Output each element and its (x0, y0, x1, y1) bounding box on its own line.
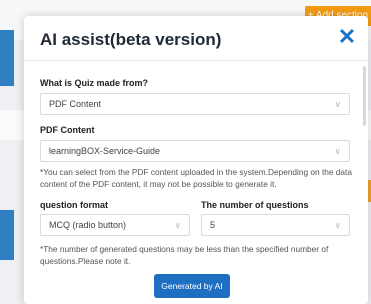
count-label: The number of questions (201, 200, 309, 210)
pdf-note: *You can select from the PDF content upl… (40, 167, 352, 189)
generate-button[interactable]: Generated by AI (154, 274, 230, 298)
scrollbar[interactable] (363, 66, 366, 126)
chevron-down-icon: ∨ (334, 146, 341, 156)
source-select-value: PDF Content (49, 99, 102, 109)
source-label: What is Quiz made from? (40, 78, 149, 88)
chevron-down-icon: ∨ (174, 220, 181, 230)
bg-accent-block (0, 30, 14, 86)
bg-accent-block (0, 210, 14, 260)
source-select[interactable]: PDF Content ∨ (40, 93, 350, 115)
pdf-label: PDF Content (40, 125, 95, 135)
format-select[interactable]: MCQ (radio button) ∨ (40, 214, 190, 236)
ai-assist-modal: AI assist(beta version) ✕ What is Quiz m… (24, 16, 368, 304)
close-icon[interactable]: ✕ (336, 26, 358, 48)
format-select-value: MCQ (radio button) (49, 220, 127, 230)
pdf-select[interactable]: learningBOX-Service-Guide ∨ (40, 140, 350, 162)
header-divider (24, 60, 368, 61)
count-note: *The number of generated questions may b… (40, 244, 329, 266)
chevron-down-icon: ∨ (334, 220, 341, 230)
modal-title: AI assist(beta version) (40, 30, 222, 49)
pdf-select-value: learningBOX-Service-Guide (49, 146, 161, 156)
chevron-down-icon: ∨ (334, 99, 341, 109)
count-select-value: 5 (210, 220, 216, 230)
count-select[interactable]: 5 ∨ (201, 214, 350, 236)
format-label: question format (40, 200, 109, 210)
